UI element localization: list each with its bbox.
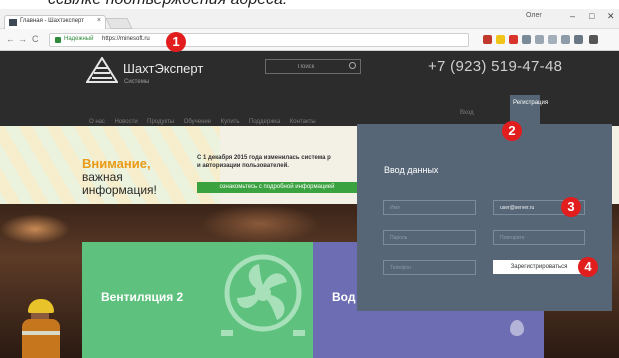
menu-item-buy[interactable]: Купить: [221, 119, 240, 125]
details-link-button[interactable]: ознакомьтесь с подробной информацией: [197, 182, 357, 193]
step-marker: 4: [578, 257, 598, 277]
phone-number: +7 (923) 519-47-48: [428, 58, 563, 75]
close-window-icon[interactable]: ✕: [607, 11, 615, 22]
registration-panel: [357, 124, 612, 311]
hero-light: [0, 214, 70, 244]
register-tab-label[interactable]: Регистрация: [513, 100, 563, 106]
logo-icon[interactable]: [86, 57, 118, 83]
fan-icon: [221, 254, 305, 336]
extension-icon[interactable]: [522, 35, 531, 44]
register-button[interactable]: Зарегистрироваться: [493, 260, 585, 274]
menu-item-about[interactable]: О нас: [89, 119, 105, 125]
menu-icon[interactable]: [589, 35, 598, 44]
search-icon[interactable]: [349, 62, 356, 69]
site-favicon-icon: [9, 19, 17, 26]
brand-subtitle: Системы: [124, 79, 150, 85]
address-bar[interactable]: Надежный https://minesoft.ru: [49, 33, 469, 47]
tab-title: Главная - Шахтэксперт: [20, 18, 84, 24]
caption-text: ссылке подтверждения адреса.: [48, 0, 287, 9]
tile-ventilation-title[interactable]: Вентиляция 2: [101, 290, 183, 304]
phone-field[interactable]: [383, 260, 476, 275]
extension-icon[interactable]: [535, 35, 544, 44]
form-title: Ввод данных: [384, 165, 439, 175]
secure-label: Надежный: [64, 36, 94, 42]
extension-icon[interactable]: [483, 35, 492, 44]
browser-toolbar: ← → C Надежный https://minesoft.ru: [0, 29, 619, 51]
hero-light: [200, 204, 320, 244]
minimize-icon[interactable]: –: [570, 11, 575, 21]
login-link[interactable]: Вход: [460, 110, 474, 116]
extension-icon[interactable]: [548, 35, 557, 44]
water-drop-icon: [510, 320, 524, 336]
password-confirm-field[interactable]: [493, 230, 585, 245]
step-marker: 2: [502, 121, 522, 141]
maximize-icon[interactable]: □: [589, 11, 594, 21]
forward-icon[interactable]: →: [18, 34, 27, 44]
notice-text: С 1 декабря 2015 года изменилась система…: [197, 155, 331, 161]
back-icon[interactable]: ←: [6, 34, 15, 44]
name-field[interactable]: [383, 200, 476, 215]
document-caption: ссылке подтверждения адреса.: [0, 0, 619, 9]
password-field[interactable]: [383, 230, 476, 245]
tab-close-icon[interactable]: ×: [97, 17, 101, 24]
bookmark-star-icon[interactable]: [496, 35, 505, 44]
tile-water-title[interactable]: Водо: [332, 290, 356, 304]
miner-reflective-stripe: [22, 331, 60, 335]
notice-text: и авторизации пользователей.: [197, 163, 289, 169]
warning-subtitle: информация!: [82, 183, 157, 197]
miner-figure: [22, 319, 60, 358]
new-tab-button[interactable]: [105, 18, 133, 29]
extension-icon[interactable]: [574, 35, 583, 44]
menu-item-training[interactable]: Обучение: [184, 119, 211, 125]
menu-item-support[interactable]: Поддержка: [249, 119, 280, 125]
brand-name[interactable]: ШахтЭксперт: [123, 61, 203, 76]
browser-tab[interactable]: Главная - Шахтэксперт ×: [4, 15, 106, 29]
menu-item-products[interactable]: Продукты: [147, 119, 174, 125]
step-marker: 1: [166, 32, 186, 52]
site-search[interactable]: [265, 59, 361, 74]
miner-helmet: [28, 299, 54, 313]
menu-item-news[interactable]: Новости: [114, 119, 137, 125]
warning-subtitle: важная: [82, 170, 123, 184]
step-marker: 3: [561, 197, 581, 217]
menu-item-contacts[interactable]: Контакты: [290, 119, 316, 125]
extension-icon[interactable]: [561, 35, 570, 44]
gmail-icon[interactable]: [509, 35, 518, 44]
warning-title: Внимание,: [82, 156, 151, 171]
profile-name[interactable]: Олег: [526, 12, 542, 19]
lock-icon: [55, 37, 61, 43]
browser-tab-strip: Главная - Шахтэксперт × Олег – □ ✕: [0, 9, 619, 29]
search-input[interactable]: [266, 60, 346, 73]
url-text[interactable]: https://minesoft.ru: [102, 36, 150, 42]
reload-icon[interactable]: C: [32, 34, 39, 44]
